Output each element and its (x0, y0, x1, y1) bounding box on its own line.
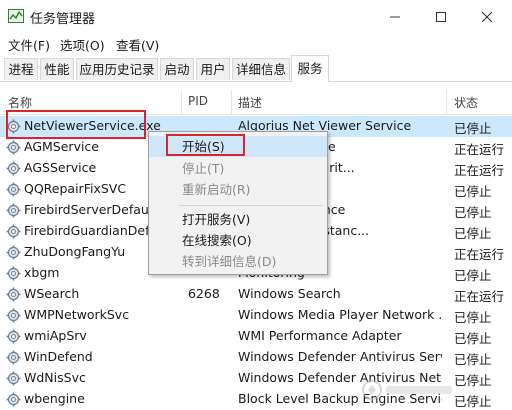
column-pid[interactable]: PID (188, 94, 208, 108)
tab-app-history[interactable]: 应用历史记录 (76, 58, 158, 80)
service-gear-icon (6, 224, 21, 239)
service-description: Windows Media Player Network ... (238, 307, 442, 322)
menu-open-services-label: 打开服务(V) (182, 212, 251, 227)
column-divider[interactable] (181, 90, 182, 114)
service-gear-icon (6, 182, 21, 197)
service-pid: 6268 (188, 286, 220, 301)
selection-highlight (6, 110, 146, 139)
service-status: 已停止 (454, 184, 492, 199)
service-description: WMI Performance Adapter (238, 328, 402, 343)
service-status: 正在运行 (454, 247, 505, 262)
menu-search-online[interactable]: 在线搜索(O) (149, 230, 327, 251)
service-row[interactable]: wmiApSrv WMI Performance Adapter 已停止 (0, 326, 512, 347)
service-name: WinDefend (24, 349, 93, 364)
column-status[interactable]: 状态 (454, 94, 478, 111)
title-bar: 任务管理器 (0, 0, 512, 33)
tab-services[interactable]: 服务 (291, 55, 329, 82)
menu-view[interactable]: 查看(V) (114, 35, 161, 54)
service-status: 已停止 (454, 205, 492, 220)
column-divider[interactable] (231, 90, 232, 114)
menu-search-online-label: 在线搜索(O) (182, 233, 252, 248)
tab-startup[interactable]: 启动 (160, 58, 194, 80)
menu-go-to-details[interactable]: 转到详细信息(D) (149, 251, 327, 272)
menu-file[interactable]: 文件(F) (6, 35, 52, 54)
close-icon (482, 11, 492, 22)
start-highlight (166, 134, 245, 156)
menu-stop-label: 停止(T) (182, 161, 225, 176)
tab-processes[interactable]: 进程 (4, 58, 38, 80)
service-gear-icon (6, 161, 21, 176)
service-gear-icon (6, 245, 21, 260)
service-status: 已停止 (454, 121, 492, 136)
service-gear-icon (6, 140, 21, 155)
service-gear-icon (6, 266, 21, 281)
service-status: 已停止 (454, 268, 492, 283)
tab-bar: 进程 性能 应用历史记录 启动 用户 详细信息 服务 (0, 55, 512, 82)
service-gear-icon (6, 329, 21, 344)
menu-restart[interactable]: 重新启动(R) (149, 179, 327, 200)
watermark-logo (362, 380, 452, 400)
service-name: wmiApSrv (24, 328, 87, 343)
menu-separator (179, 205, 323, 206)
service-gear-icon (6, 350, 21, 365)
tab-performance[interactable]: 性能 (40, 58, 74, 80)
column-name[interactable]: 名称 (8, 94, 32, 111)
menu-open-services[interactable]: 打开服务(V) (149, 209, 327, 230)
service-status: 已停止 (454, 373, 492, 388)
minimize-icon (390, 16, 400, 17)
tab-users[interactable]: 用户 (196, 58, 230, 80)
column-description[interactable]: 描述 (238, 94, 262, 111)
window-title: 任务管理器 (30, 12, 96, 27)
service-status: 已停止 (454, 226, 492, 241)
service-name: WSearch (24, 286, 80, 301)
menu-bar: 文件(F) 选项(O) 查看(V) (0, 33, 512, 55)
service-status: 已停止 (454, 394, 492, 409)
service-name: wbengine (24, 391, 85, 406)
tab-details[interactable]: 详细信息 (232, 58, 290, 80)
service-gear-icon (6, 308, 21, 323)
maximize-icon (436, 11, 446, 22)
service-name: WdNisSvc (24, 370, 86, 385)
column-divider[interactable] (446, 90, 447, 114)
maximize-button[interactable] (418, 0, 464, 33)
service-description: Windows Defender Antivirus Serv... (238, 349, 442, 364)
service-status: 正在运行 (454, 163, 505, 178)
service-status: 已停止 (454, 352, 492, 367)
menu-options[interactable]: 选项(O) (58, 35, 107, 54)
minimize-button[interactable] (372, 0, 418, 33)
service-gear-icon (6, 392, 21, 407)
service-row[interactable]: WSearch 6268 Windows Search 正在运行 (0, 284, 512, 305)
close-button[interactable] (464, 0, 510, 33)
service-status: 已停止 (454, 310, 492, 325)
menu-restart-label: 重新启动(R) (182, 182, 251, 197)
task-manager-icon (8, 9, 24, 23)
service-gear-icon (6, 371, 21, 386)
service-row[interactable]: WinDefend Windows Defender Antivirus Serv… (0, 347, 512, 368)
service-gear-icon (6, 203, 21, 218)
service-status: 正在运行 (454, 142, 505, 157)
service-row[interactable]: WMPNetworkSvc Windows Media Player Networ… (0, 305, 512, 326)
service-description: Windows Search (238, 286, 341, 301)
service-status: 已停止 (454, 331, 492, 346)
menu-stop[interactable]: 停止(T) (149, 158, 327, 179)
service-gear-icon (6, 287, 21, 302)
menu-go-to-details-label: 转到详细信息(D) (182, 254, 277, 269)
service-status: 正在运行 (454, 289, 505, 304)
service-name: WMPNetworkSvc (24, 307, 130, 322)
